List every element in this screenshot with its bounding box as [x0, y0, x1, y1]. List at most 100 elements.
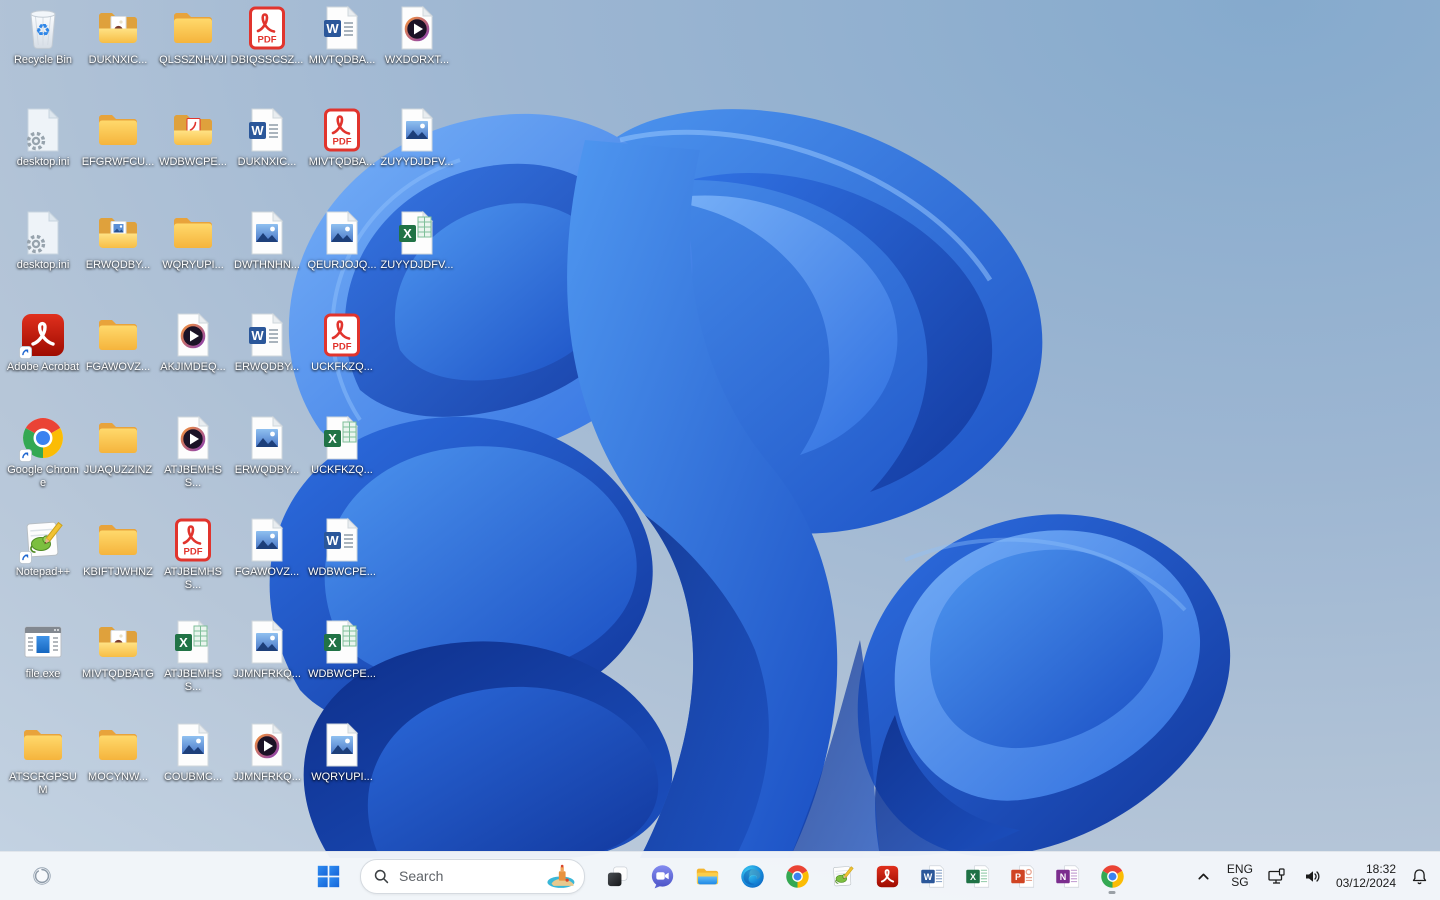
desktop-icon-akjimdeq[interactable]: AKJIMDEQ...: [156, 311, 230, 374]
desktop-icon-erwqdby[interactable]: ERWQDBY...: [81, 209, 155, 272]
word-button[interactable]: W: [912, 856, 952, 896]
svg-text:X: X: [403, 226, 412, 241]
notepadpp-button[interactable]: [822, 856, 862, 896]
desktop-icon-label: Adobe Acrobat: [7, 361, 79, 374]
desktop-icon-mivtqdba[interactable]: PDFMIVTQDBA...: [305, 106, 379, 169]
desktop-icon-wqryupi[interactable]: WQRYUPI...: [305, 721, 379, 784]
svg-text:W: W: [251, 123, 264, 138]
search-placeholder-text: Search: [399, 868, 545, 884]
desktop-icon-label: JJMNFRKQ...: [233, 771, 301, 784]
desktop-icon-uckfkzq[interactable]: XUCKFKZQ...: [305, 414, 379, 477]
desktop-icon-atscrgpsum[interactable]: ATSCRGPSUM: [6, 721, 80, 797]
desktop-icon-notepad[interactable]: Notepad++: [6, 516, 80, 579]
running-indicator: [1109, 891, 1116, 894]
chrome-2-button[interactable]: [1092, 856, 1132, 896]
desktop-icon-label: MIVTQDBA...: [309, 54, 376, 67]
desktop-icon-kbiftjwhnz[interactable]: KBIFTJWHNZ: [81, 516, 155, 579]
desktop-icon-wdbwcpe[interactable]: WDBWCPE...: [156, 106, 230, 169]
desktop-icon-atjbemhss[interactable]: ATJBEMHSS...: [156, 414, 230, 490]
notifications-bell-icon[interactable]: [1407, 864, 1432, 889]
desktop-icon-qeurjojq[interactable]: QEURJOJQ...: [305, 209, 379, 272]
desktop-icon-label: UCKFKZQ...: [311, 464, 373, 477]
desktop-icon-zuyydjdfv[interactable]: ZUYYDJDFV...: [380, 106, 454, 169]
folder-icon: [94, 721, 142, 769]
desktop-icon-erwqdby[interactable]: WERWQDBY...: [230, 311, 304, 374]
folder-icon: [19, 721, 67, 769]
desktop-icon-jjmnfrkq[interactable]: JJMNFRKQ...: [230, 721, 304, 784]
desktop-icon-mivtqdba[interactable]: W MIVTQDBA...: [305, 4, 379, 67]
folder-photo-icon: [94, 4, 142, 52]
powerpoint-button[interactable]: P: [1002, 856, 1042, 896]
desktop-icon-label: DWTHNHN...: [234, 259, 300, 272]
desktop-icon-duknxic[interactable]: WDUKNXIC...: [230, 106, 304, 169]
onenote-button[interactable]: N: [1047, 856, 1087, 896]
chrome-button[interactable]: [777, 856, 817, 896]
desktop-icon-label: FGAWOVZ...: [86, 361, 150, 374]
desktop-icon-efgrwfcu[interactable]: EFGRWFCU...: [81, 106, 155, 169]
task-view-button[interactable]: [597, 856, 637, 896]
desktop-icon-label: DBIQSSCSZ...: [231, 54, 304, 67]
desktop-icon-coubmc[interactable]: COUBMC...: [156, 721, 230, 784]
desktop-icon-atjbemhss[interactable]: PDFATJBEMHSS...: [156, 516, 230, 592]
region-code: SG: [1227, 876, 1253, 889]
desktop-icon-wdbwcpe[interactable]: WWDBWCPE...: [305, 516, 379, 579]
desktop-icon-jjmnfrkq[interactable]: JJMNFRKQ...: [230, 618, 304, 681]
desktop-icon-desktop-ini[interactable]: desktop.ini: [6, 106, 80, 169]
desktop-icon-file-exe[interactable]: file.exe: [6, 618, 80, 681]
widgets-button[interactable]: [22, 856, 62, 896]
word-file-icon: W: [318, 4, 366, 52]
media-file-icon: [243, 721, 291, 769]
file-explorer-button[interactable]: [687, 856, 727, 896]
desktop-icon-duknxic[interactable]: DUKNXIC...: [81, 4, 155, 67]
desktop-icon-label: UCKFKZQ...: [311, 361, 373, 374]
recycle-bin-icon: ♻: [19, 4, 67, 52]
desktop-icon-label: ATJBEMHSS...: [156, 464, 230, 490]
desktop-icon-mivtqdbatg[interactable]: MIVTQDBATG: [81, 618, 155, 681]
desktop-icon-atjbemhss[interactable]: XATJBEMHSS...: [156, 618, 230, 694]
desktop-icon-uckfkzq[interactable]: PDFUCKFKZQ...: [305, 311, 379, 374]
start-button[interactable]: [308, 856, 348, 896]
tray-chevron-up-icon[interactable]: [1191, 864, 1216, 889]
language-indicator[interactable]: ENG SG: [1227, 863, 1253, 889]
image-file-icon: [318, 209, 366, 257]
exe-file-icon: [19, 618, 67, 666]
image-file-icon: [169, 721, 217, 769]
desktop-icon-label: KBIFTJWHNZ: [83, 566, 153, 579]
svg-text:♻: ♻: [35, 21, 50, 41]
taskbar-left: [22, 852, 62, 900]
acrobat-button[interactable]: [867, 856, 907, 896]
svg-text:W: W: [326, 533, 339, 548]
desktop-icon-label: ERWQDBY...: [235, 464, 299, 477]
desktop-icon-fgawovz[interactable]: FGAWOVZ...: [230, 516, 304, 579]
chat-button[interactable]: [642, 856, 682, 896]
desktop-icon-mocynw[interactable]: MOCYNW...: [81, 721, 155, 784]
search-icon: [373, 868, 390, 885]
volume-icon[interactable]: [1300, 864, 1325, 889]
edge-button[interactable]: [732, 856, 772, 896]
desktop-icon-juaquzzinz[interactable]: JUAQUZZINZ: [81, 414, 155, 477]
desktop-icon-fgawovz[interactable]: FGAWOVZ...: [81, 311, 155, 374]
media-file-icon: [169, 414, 217, 462]
desktop-icon-google-chrome[interactable]: Google Chrome: [6, 414, 80, 490]
excel-button[interactable]: X: [957, 856, 997, 896]
clock[interactable]: 18:32 03/12/2024: [1336, 862, 1396, 890]
desktop-icon-desktop-ini[interactable]: desktop.ini: [6, 209, 80, 272]
pdf-file-icon: PDF: [169, 516, 217, 564]
desktop-icon-recycle-bin[interactable]: ♻Recycle Bin: [6, 4, 80, 67]
desktop-icon-erwqdby[interactable]: ERWQDBY...: [230, 414, 304, 477]
desktop-icon-wdbwcpe[interactable]: XWDBWCPE...: [305, 618, 379, 681]
taskbar-center: Search W XP N: [308, 852, 1132, 900]
svg-text:W: W: [923, 871, 932, 881]
desktop-icon-wxdorxt[interactable]: WXDORXT...: [380, 4, 454, 67]
desktop-icon-label: ZUYYDJDFV...: [381, 259, 454, 272]
network-icon[interactable]: [1264, 864, 1289, 889]
desktop-icon-qlssznhvji[interactable]: QLSSZNHVJI: [156, 4, 230, 67]
svg-text:N: N: [1059, 871, 1066, 881]
desktop-icon-label: AKJIMDEQ...: [160, 361, 225, 374]
desktop-icon-wqryupi[interactable]: WQRYUPI...: [156, 209, 230, 272]
desktop-icon-zuyydjdfv[interactable]: X ZUYYDJDFV...: [380, 209, 454, 272]
desktop-icon-dbiqsscsz[interactable]: PDFDBIQSSCSZ...: [230, 4, 304, 67]
search-box[interactable]: Search: [360, 859, 585, 894]
desktop-icon-adobe-acrobat[interactable]: Adobe Acrobat: [6, 311, 80, 374]
desktop-icon-dwthnhn[interactable]: DWTHNHN...: [230, 209, 304, 272]
